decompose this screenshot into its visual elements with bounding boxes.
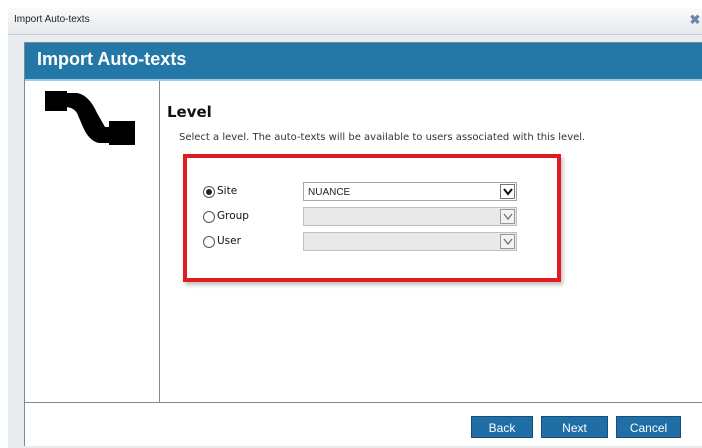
site-radio[interactable]	[203, 186, 215, 198]
level-heading: Level	[167, 103, 212, 121]
site-select-value: NUANCE	[308, 187, 351, 198]
site-radio-label[interactable]: Site	[217, 185, 237, 197]
window-titlebar: Import Auto-texts ✖	[8, 8, 702, 35]
back-button[interactable]: Back	[471, 416, 533, 438]
instructions-text: Select a level. The auto-texts will be a…	[179, 132, 586, 143]
cancel-button[interactable]: Cancel	[616, 416, 681, 438]
dialog-header: Import Auto-texts	[25, 43, 702, 79]
dialog-footer: Back Next Cancel	[25, 402, 702, 446]
chevron-down-icon[interactable]	[500, 209, 515, 224]
window-title: Import Auto-texts	[14, 14, 90, 25]
group-radio-label[interactable]: Group	[217, 210, 249, 222]
next-button[interactable]: Next	[541, 416, 608, 438]
chevron-down-icon[interactable]	[500, 184, 515, 199]
app-window: Import Auto-texts ✖ Import Auto-texts Le…	[8, 8, 702, 448]
close-icon[interactable]: ✖	[688, 12, 702, 28]
site-select[interactable]: NUANCE	[303, 182, 517, 201]
import-dialog: Import Auto-texts Level Select a level. …	[24, 42, 702, 446]
main-content: Level Select a level. The auto-texts wil…	[159, 81, 702, 402]
auto-text-transfer-icon	[45, 91, 135, 145]
chevron-down-icon[interactable]	[500, 234, 515, 249]
user-radio-label[interactable]: User	[217, 235, 241, 247]
group-select[interactable]	[303, 207, 517, 226]
left-panel	[25, 81, 160, 402]
dialog-title: Import Auto-texts	[37, 49, 187, 69]
user-select[interactable]	[303, 232, 517, 251]
group-radio[interactable]	[203, 211, 215, 223]
user-radio[interactable]	[203, 236, 215, 248]
